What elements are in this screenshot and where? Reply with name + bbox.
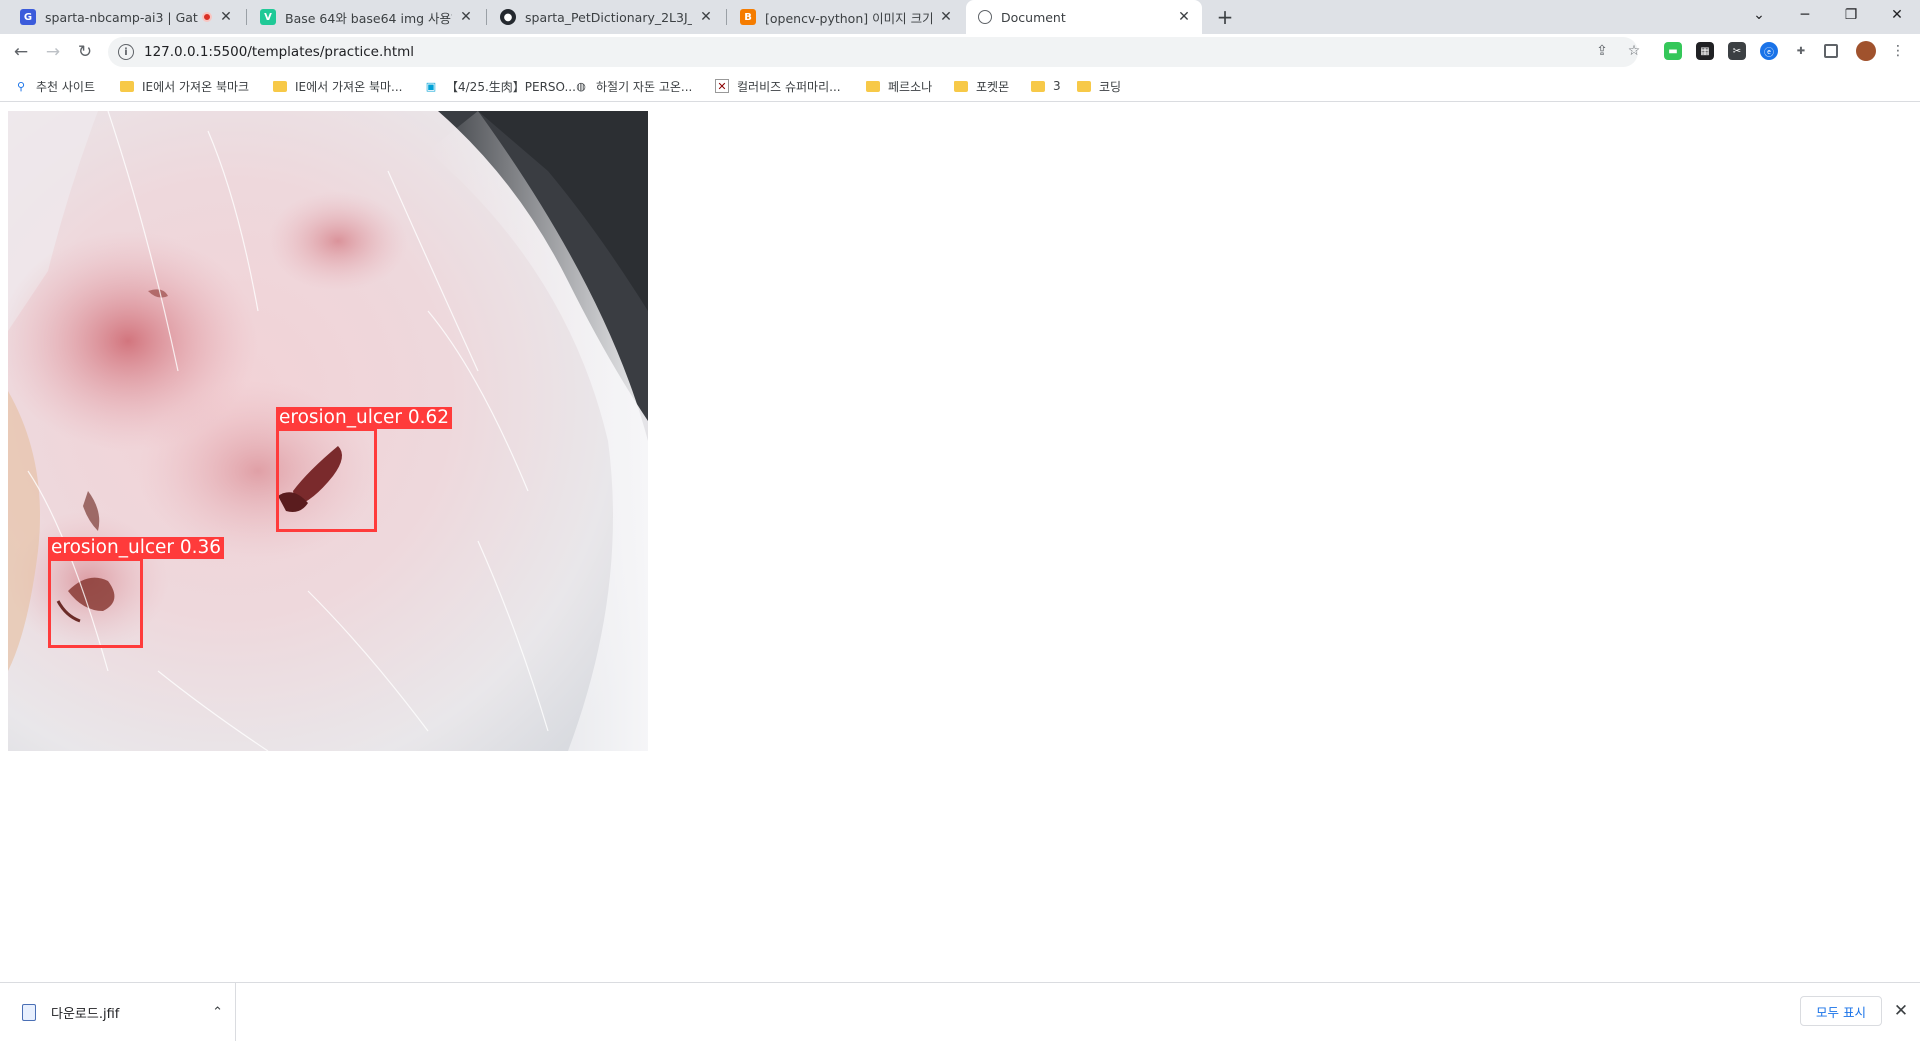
broken-image-icon: ✕ bbox=[715, 79, 729, 93]
close-tab-icon[interactable]: ✕ bbox=[458, 9, 474, 25]
tab-title: [opencv-python] 이미지 크기조 bbox=[765, 10, 932, 26]
url-text[interactable]: 127.0.0.1:5500/templates/practice.html bbox=[144, 44, 414, 60]
tab-strip: G sparta-nbcamp-ai3 | Gather ✕ V Base 64… bbox=[0, 0, 1920, 34]
recording-icon bbox=[202, 12, 212, 22]
toolbar: ← → ↻ i 127.0.0.1:5500/templates/practic… bbox=[0, 34, 1920, 70]
gather-icon: G bbox=[20, 9, 36, 25]
downloads-bar: 다운로드.jfif ⌃ 모두 표시 ✕ bbox=[0, 982, 1920, 1041]
file-icon bbox=[22, 1003, 36, 1021]
bookmark-item[interactable]: ⚲ 추천 사이트 bbox=[14, 77, 95, 95]
bookmark-folder[interactable]: 코딩 bbox=[1077, 77, 1121, 95]
bookmark-label: 코딩 bbox=[1099, 79, 1122, 94]
search-icon: ⚲ bbox=[16, 79, 26, 93]
bookmark-item[interactable]: ◍ 하절기 자돈 고온... bbox=[574, 77, 692, 95]
extension-green-icon[interactable]: ▬ bbox=[1664, 42, 1682, 60]
close-tab-icon[interactable]: ✕ bbox=[1176, 9, 1192, 25]
bookmark-star-icon[interactable]: ☆ bbox=[1623, 40, 1645, 62]
show-all-button[interactable]: 모두 표시 bbox=[1800, 996, 1882, 1026]
back-button[interactable]: ← bbox=[7, 38, 35, 66]
detection-label: erosion_ulcer 0.62 bbox=[276, 407, 453, 429]
side-panel-icon[interactable] bbox=[1824, 44, 1838, 58]
folder-icon bbox=[273, 80, 287, 92]
close-downloads-icon[interactable]: ✕ bbox=[1890, 1000, 1912, 1022]
new-tab-button[interactable]: + bbox=[1212, 5, 1238, 29]
tab-search-button[interactable]: ⌄ bbox=[1736, 0, 1782, 30]
extension-blue-icon[interactable]: ⓔ bbox=[1760, 42, 1778, 60]
bookmark-label: 【4/25.生肉】PERSO... bbox=[446, 79, 576, 94]
profile-avatar[interactable] bbox=[1856, 41, 1876, 61]
tab-title: Document bbox=[1001, 9, 1066, 25]
folder-icon bbox=[866, 80, 880, 92]
bookmark-label: 포켓몬 bbox=[976, 79, 1010, 94]
tab-title: Base 64와 base64 img 사용하기 bbox=[285, 10, 452, 26]
bookmark-item[interactable]: ✕ 컬러비즈 슈퍼마리... bbox=[715, 77, 841, 95]
folder-icon bbox=[120, 80, 134, 92]
bookmark-label: 페르소나 bbox=[888, 79, 933, 94]
bookmark-label: 컬러비즈 슈퍼마리... bbox=[737, 79, 841, 94]
close-tab-icon[interactable]: ✕ bbox=[218, 9, 234, 25]
bookmark-item[interactable]: ▣ 【4/25.生肉】PERSO... bbox=[424, 77, 576, 95]
tab-title: sparta-nbcamp-ai3 | Gather bbox=[45, 9, 198, 25]
github-icon: ● bbox=[500, 9, 516, 25]
extensions-puzzle-icon[interactable]: ✚ bbox=[1792, 42, 1810, 60]
bookmark-label: 추천 사이트 bbox=[36, 79, 96, 94]
menu-icon[interactable]: ⋮ bbox=[1887, 40, 1909, 62]
minimize-button[interactable]: ─ bbox=[1782, 0, 1828, 30]
close-tab-icon[interactable]: ✕ bbox=[938, 9, 954, 25]
bookmark-label: IE에서 가져온 북마크 bbox=[142, 79, 250, 94]
address-bar[interactable]: i 127.0.0.1:5500/templates/practice.html bbox=[108, 37, 1638, 67]
folder-icon bbox=[954, 80, 968, 92]
bookmark-label: IE에서 가져온 북마... bbox=[295, 79, 403, 94]
tab-separator bbox=[246, 9, 247, 25]
chevron-up-icon[interactable]: ⌃ bbox=[212, 1005, 223, 1020]
extension-dark-icon[interactable]: ▦ bbox=[1696, 42, 1714, 60]
bookmark-folder[interactable]: IE에서 가져온 북마크 bbox=[120, 77, 249, 95]
detection-box bbox=[276, 428, 377, 532]
folder-icon bbox=[1077, 80, 1091, 92]
site-info-icon[interactable]: i bbox=[118, 44, 134, 60]
bookmark-folder[interactable]: IE에서 가져온 북마... bbox=[273, 77, 402, 95]
tab-separator bbox=[486, 9, 487, 25]
velog-icon: V bbox=[260, 9, 276, 25]
globe-icon: ◍ bbox=[576, 79, 586, 93]
bookmark-label: 3 bbox=[1053, 79, 1061, 93]
reload-button[interactable]: ↻ bbox=[71, 38, 99, 66]
forward-button[interactable]: → bbox=[39, 38, 67, 66]
restore-button[interactable]: ❐ bbox=[1828, 0, 1874, 30]
tab-separator bbox=[726, 9, 727, 25]
tab-github[interactable]: ● sparta_PetDictionary_2L3J_proje ✕ bbox=[488, 0, 724, 34]
bookmark-folder[interactable]: 포켓몬 bbox=[954, 77, 1009, 95]
bookmark-folder[interactable]: 3 bbox=[1031, 77, 1061, 95]
folder-icon bbox=[1031, 80, 1045, 92]
globe-icon bbox=[978, 10, 992, 24]
page-content: erosion_ulcer 0.62 erosion_ulcer 0.36 bbox=[0, 103, 1920, 982]
close-window-button[interactable]: ✕ bbox=[1874, 0, 1920, 30]
detection-label: erosion_ulcer 0.36 bbox=[48, 537, 225, 559]
detection-box bbox=[48, 558, 143, 648]
tab-document[interactable]: Document ✕ bbox=[966, 0, 1202, 34]
extension-clapper-icon[interactable]: ✂ bbox=[1728, 42, 1746, 60]
bookmark-label: 하절기 자돈 고온... bbox=[596, 79, 693, 94]
blogger-icon: B bbox=[740, 9, 756, 25]
share-icon[interactable]: ⇪ bbox=[1591, 40, 1613, 62]
bookmark-folder[interactable]: 페르소나 bbox=[866, 77, 932, 95]
tab-title: sparta_PetDictionary_2L3J_proje bbox=[525, 9, 692, 25]
bilibili-icon: ▣ bbox=[425, 79, 437, 93]
detection-image: erosion_ulcer 0.62 erosion_ulcer 0.36 bbox=[8, 111, 648, 751]
download-item[interactable]: 다운로드.jfif ⌃ bbox=[10, 983, 236, 1041]
close-tab-icon[interactable]: ✕ bbox=[698, 9, 714, 25]
download-file-name: 다운로드.jfif bbox=[51, 1006, 120, 1022]
bookmarks-bar: ⚲ 추천 사이트 IE에서 가져온 북마크 IE에서 가져온 북마... ▣ 【… bbox=[0, 70, 1920, 102]
tab-velog[interactable]: V Base 64와 base64 img 사용하기 ✕ bbox=[248, 0, 484, 34]
tab-blogger[interactable]: B [opencv-python] 이미지 크기조 ✕ bbox=[728, 0, 964, 34]
tab-gather[interactable]: G sparta-nbcamp-ai3 | Gather ✕ bbox=[8, 0, 244, 34]
